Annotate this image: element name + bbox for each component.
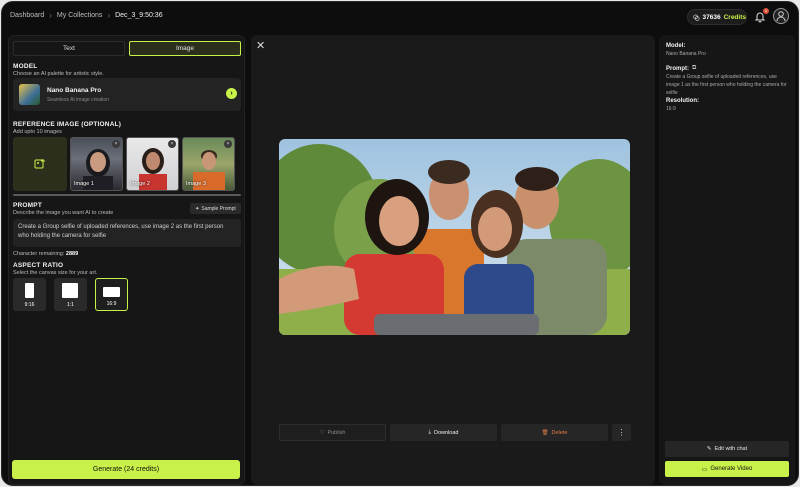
prompt-input[interactable]: Create a Group selfie of uploaded refere…: [13, 219, 241, 247]
edit-label: Edit with chat: [714, 446, 748, 452]
close-icon[interactable]: ✕: [256, 39, 265, 52]
tab-image[interactable]: Image: [129, 41, 241, 56]
remove-image-button[interactable]: ×: [112, 140, 120, 148]
publish-button[interactable]: ♡ Publish: [279, 424, 386, 441]
chevron-right-icon: ›: [49, 11, 52, 20]
remove-image-button[interactable]: ×: [224, 140, 232, 148]
detail-model-title: Model:: [666, 43, 686, 49]
app-window: Dashboard › My Collections › Dec_3_9:50:…: [1, 1, 799, 486]
breadcrumb-current: Dec_3_9:50:36: [115, 12, 163, 19]
reference-label: Image 3: [186, 181, 206, 187]
reference-label: Image 2: [130, 181, 150, 187]
breadcrumb: Dashboard › My Collections › Dec_3_9:50:…: [10, 11, 163, 20]
aspect-ratio-options: 9:16 1:1 16:9: [13, 278, 128, 311]
heart-icon: ♡: [319, 429, 325, 436]
edit-with-chat-button[interactable]: ✎ Edit with chat: [665, 441, 789, 457]
sample-prompt-label: Sample Prompt: [201, 205, 236, 212]
aspect-option-label: 9:16: [24, 302, 35, 308]
detail-prompt-title: Prompt:: [666, 65, 689, 72]
aspect-section-sub: Select the canvas size for your art.: [13, 270, 98, 276]
video-icon: ▭: [701, 466, 708, 473]
aspect-section-title: ASPECT RATIO: [13, 262, 64, 269]
add-image-button[interactable]: [13, 137, 67, 191]
credits-label: Credits: [723, 13, 746, 21]
model-section-sub: Choose an AI palette for artistic style.: [13, 71, 104, 77]
credits-badge[interactable]: 37636 Credits: [687, 9, 747, 25]
detail-model-value: Nano Banana Pro: [666, 51, 706, 57]
avatar[interactable]: [773, 8, 789, 24]
tab-text[interactable]: Text: [13, 41, 125, 56]
edit-icon: ✎: [706, 446, 712, 452]
image-viewer: ✕ ♡ Publish ⤓ Download 🗑 Delete ⋮: [251, 35, 655, 485]
download-label: Download: [433, 429, 459, 436]
prompt-section-title: PROMPT: [13, 202, 43, 209]
more-options-icon[interactable]: ⋮: [612, 424, 631, 441]
detail-prompt-title-row: Prompt: ⧉: [666, 65, 696, 72]
generation-panel: Text Image MODEL Choose an AI palette fo…: [8, 35, 245, 485]
reference-scrollbar[interactable]: [13, 194, 241, 196]
credits-value: 37636: [702, 13, 721, 21]
model-section-title: MODEL: [13, 63, 38, 70]
group-selfie-image: [279, 139, 630, 335]
aspect-option-label: 1:1: [67, 302, 74, 308]
reference-section-sub: Add upto 10 images: [13, 129, 62, 135]
notification-button[interactable]: 1: [754, 8, 769, 24]
delete-button[interactable]: 🗑 Delete: [501, 424, 608, 441]
aspect-option-9-16[interactable]: 9:16: [13, 278, 46, 311]
copy-icon[interactable]: ⧉: [692, 65, 696, 72]
remove-image-button[interactable]: ×: [168, 140, 176, 148]
prompt-section-sub: Describe the image you want AI to create: [13, 210, 114, 216]
generate-button[interactable]: Generate (24 credits): [12, 460, 240, 479]
breadcrumb-collections[interactable]: My Collections: [57, 12, 103, 19]
generate-video-button[interactable]: ▭ Generate Video: [665, 461, 789, 477]
model-thumbnail: [19, 84, 40, 105]
portrait-shape: [25, 283, 34, 298]
chevron-right-icon: ›: [107, 11, 111, 20]
details-panel: Model: Nano Banana Pro Prompt: ⧉ Create …: [659, 35, 795, 485]
reference-section-title: REFERENCE IMAGE (OPTIONAL): [13, 121, 122, 128]
user-icon: [776, 11, 786, 22]
model-name: Nano Banana Pro: [47, 87, 102, 94]
add-image-icon: [34, 159, 45, 169]
reference-label: Image 1: [74, 181, 94, 187]
breadcrumb-dashboard[interactable]: Dashboard: [10, 12, 44, 19]
top-bar: Dashboard › My Collections › Dec_3_9:50:…: [2, 2, 798, 32]
square-shape: [62, 283, 78, 298]
aspect-option-label: 16:9: [106, 301, 117, 307]
reference-images: × Image 1 × Image 2 × Image 3: [13, 137, 241, 194]
delete-label: Delete: [551, 429, 568, 436]
reference-image[interactable]: × Image 3: [182, 137, 235, 191]
trash-icon: 🗑: [541, 429, 549, 436]
publish-label: Publish: [327, 429, 346, 436]
reference-image[interactable]: × Image 1: [70, 137, 123, 191]
model-selector[interactable]: Nano Banana Pro Seamless AI image creati…: [13, 78, 241, 111]
coins-icon: [693, 14, 700, 21]
download-icon: ⤓: [428, 429, 431, 435]
detail-resolution-value: 16:9: [666, 106, 676, 112]
aspect-option-1-1[interactable]: 1:1: [54, 278, 87, 311]
notification-count: 1: [763, 8, 769, 14]
chevron-right-icon[interactable]: ›: [226, 88, 237, 99]
viewer-actions: ♡ Publish ⤓ Download 🗑 Delete ⋮: [279, 424, 631, 441]
aspect-option-16-9[interactable]: 16:9: [95, 278, 128, 311]
model-description: Seamless AI image creation: [47, 97, 109, 103]
character-counter: Character remaining: 2889: [13, 251, 78, 257]
download-button[interactable]: ⤓ Download: [390, 424, 497, 441]
sparkle-icon: ✦: [195, 205, 200, 212]
chars-value: 2889: [65, 251, 79, 257]
detail-resolution-title: Resolution:: [666, 98, 699, 104]
generated-image[interactable]: [279, 139, 630, 335]
video-label: Generate Video: [710, 466, 753, 472]
sample-prompt-button[interactable]: ✦ Sample Prompt: [190, 203, 241, 214]
detail-prompt-value: Create a Group selfie of uploaded refere…: [666, 74, 787, 96]
chars-label: Character remaining:: [13, 251, 65, 257]
reference-image[interactable]: × Image 2: [126, 137, 179, 191]
mode-tabs: Text Image: [13, 41, 241, 56]
landscape-shape: [103, 287, 120, 297]
